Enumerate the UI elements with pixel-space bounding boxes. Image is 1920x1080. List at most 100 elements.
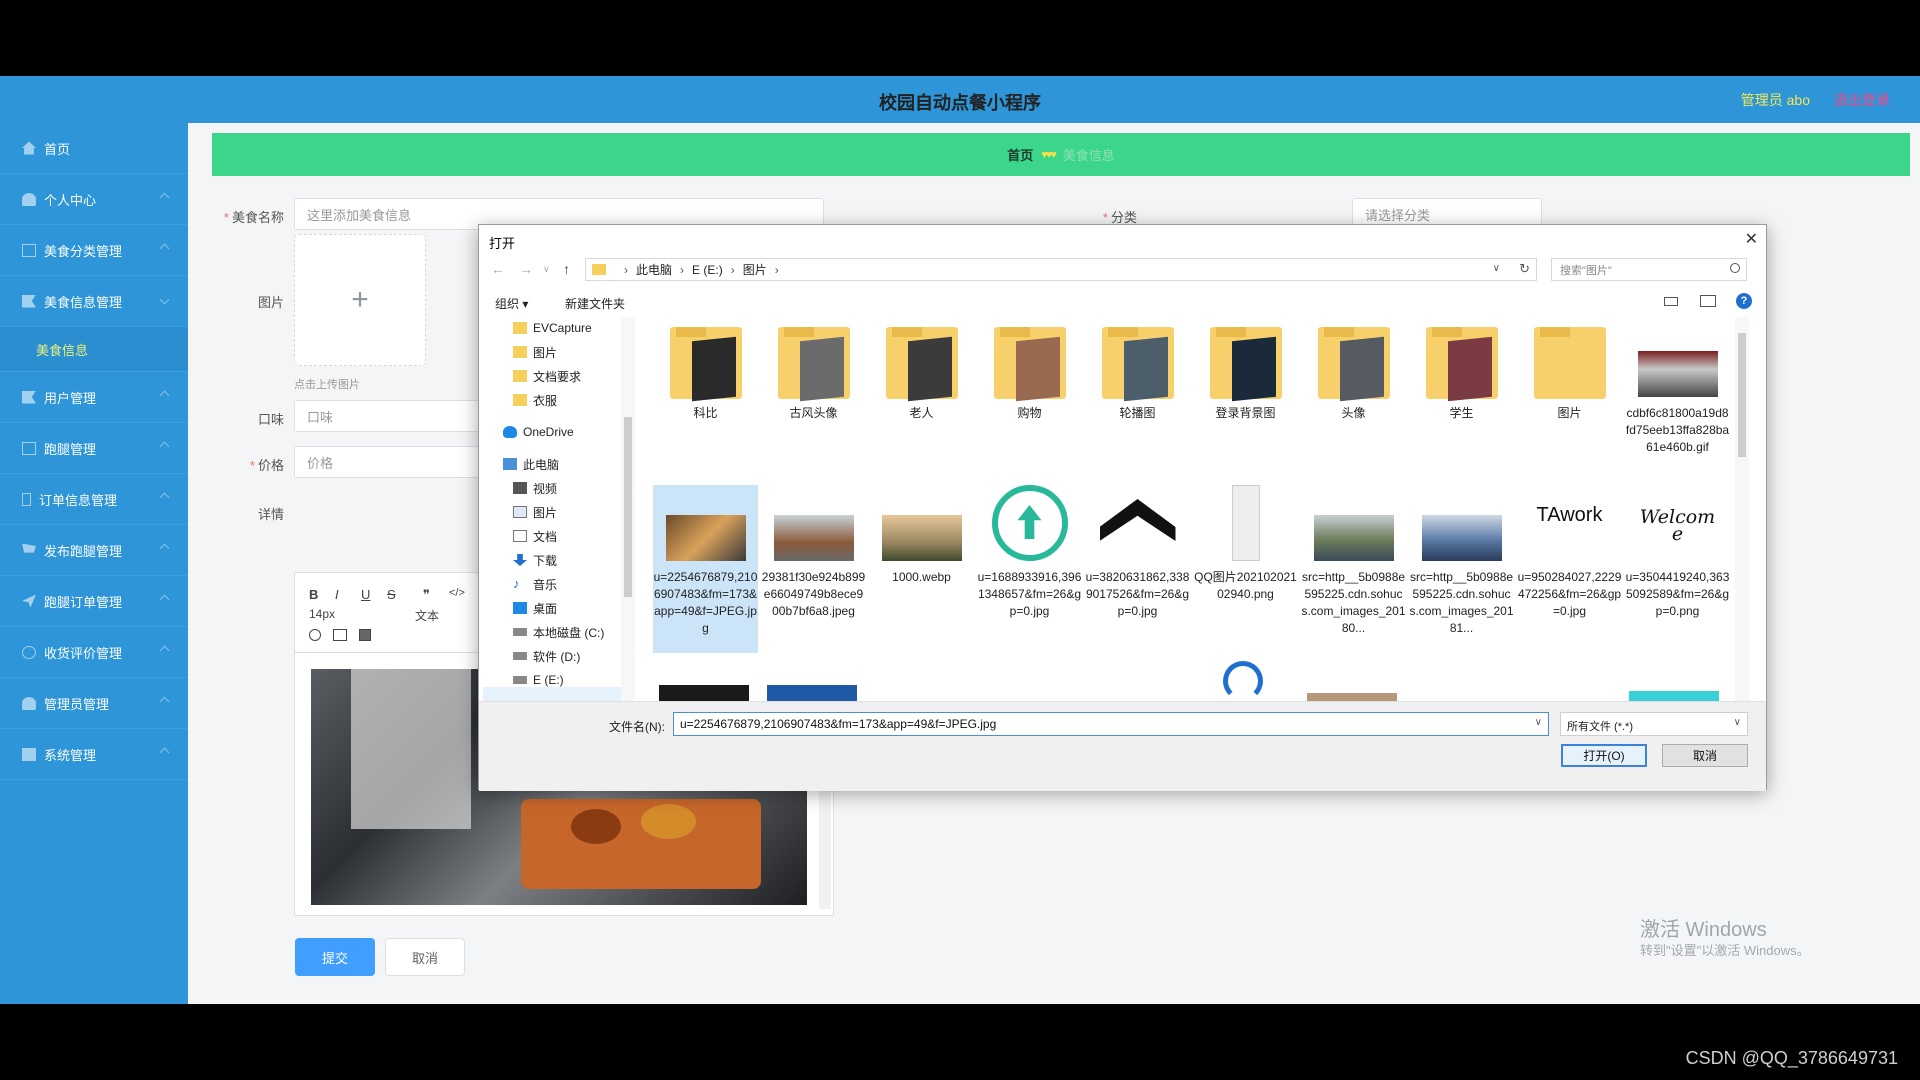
sidebar-item-food-info[interactable]: 美食信息管理 [0, 276, 188, 327]
sidebar-item-admins[interactable]: 管理员管理 [0, 678, 188, 729]
path-segment[interactable]: 图片 [743, 261, 767, 278]
tree-item[interactable]: 文档要求 [513, 365, 581, 387]
price-input[interactable]: 价格 [294, 446, 494, 478]
sidebar-item-label: 管理员管理 [44, 696, 110, 712]
sidebar-item-reviews[interactable]: 收货评价管理 [0, 627, 188, 678]
filetype-select[interactable]: 所有文件 (*.*) ∨ [1560, 712, 1748, 736]
sidebar-item-errand-orders[interactable]: 跑腿订单管理 [0, 576, 188, 627]
search-input[interactable]: 搜索"图片" [1551, 258, 1747, 281]
close-icon[interactable]: ✕ [1745, 229, 1758, 249]
home-icon [22, 141, 36, 155]
cancel-button[interactable]: 取消 [385, 938, 465, 976]
strike-button[interactable]: S [387, 587, 396, 602]
taste-input[interactable]: 口味 [294, 400, 494, 432]
tree-scrollbar[interactable] [621, 317, 635, 701]
font-size-select[interactable]: 14px [309, 607, 335, 621]
open-button[interactable]: 打开(O) [1561, 744, 1647, 767]
tree-item[interactable]: 衣服 [513, 389, 557, 411]
file-list-scrollbar[interactable] [1735, 317, 1749, 701]
scroll-thumb[interactable] [1738, 333, 1746, 457]
image-file-item[interactable]: TAwork u=950284027,2229472256&fm=26&gp=0.… [1517, 485, 1622, 620]
tree-item[interactable]: 此电脑 [503, 453, 559, 475]
new-folder-button[interactable]: 新建文件夹 [565, 295, 625, 312]
tree-item[interactable]: OneDrive [503, 421, 574, 443]
tree-item[interactable]: 文档 [513, 525, 557, 547]
organize-menu[interactable]: 组织 ▾ [495, 295, 528, 312]
sidebar-item-home[interactable]: 首页 [0, 123, 188, 174]
sidebar-subitem-food-info[interactable]: 美食信息 [0, 327, 188, 372]
tree-item[interactable]: 本地磁盘 (C:) [513, 621, 604, 643]
address-bar[interactable]: › 此电脑 › E (E:) › 图片 › ∨ ↻ [585, 258, 1537, 281]
scroll-thumb[interactable] [624, 417, 632, 597]
file-name: u=3504419240,3635092589&fm=26&gp=0.png [1625, 570, 1730, 618]
tree-item[interactable]: 图片 [513, 501, 557, 523]
image-file-item[interactable]: QQ图片20210202102940.png [1193, 485, 1298, 603]
back-arrow-icon[interactable]: ← [491, 261, 505, 277]
logout-link[interactable]: 退出登录 [1834, 90, 1890, 110]
image-file-item[interactable]: 29381f30e924b899e66049749b8ece900b7bf6a8… [761, 485, 866, 620]
image-file-item[interactable]: cdbf6c81800a19d8fd75eeb13ffa828ba61e460b… [1625, 321, 1730, 456]
sidebar-item-profile[interactable]: 个人中心 [0, 174, 188, 225]
code-button[interactable]: </> [449, 587, 465, 599]
sidebar-item-publish-errand[interactable]: 发布跑腿管理 [0, 525, 188, 576]
link-icon[interactable] [309, 629, 321, 641]
image-thumbnail [1223, 661, 1263, 701]
folder-item[interactable]: 老人 [869, 321, 974, 422]
sidebar-item-errand[interactable]: 跑腿管理 [0, 423, 188, 474]
image-thumbnail [1307, 693, 1397, 701]
path-segment[interactable]: E (E:) [692, 263, 723, 277]
tree-item[interactable]: 图片 [513, 341, 557, 363]
sidebar-item-food-category[interactable]: 美食分类管理 [0, 225, 188, 276]
forward-arrow-icon[interactable]: → [519, 261, 533, 277]
help-icon[interactable]: ? [1736, 293, 1752, 309]
refresh-icon[interactable]: ↻ [1519, 261, 1530, 277]
image-file-item-selected[interactable]: u=2254676879,2106907483&fm=173&app=49&f=… [653, 485, 758, 653]
folder-item[interactable]: 科比 [653, 321, 758, 422]
tree-item[interactable]: 桌面 [513, 597, 557, 619]
sidebar-item-label: 订单信息管理 [39, 492, 118, 508]
bold-button[interactable]: B [309, 587, 318, 602]
sidebar-item-users[interactable]: 用户管理 [0, 372, 188, 423]
recent-chevron-icon[interactable]: ∨ [543, 264, 550, 275]
folder-item[interactable]: 购物 [977, 321, 1082, 422]
chevron-right-icon: › [624, 262, 628, 277]
tree-item[interactable]: 视频 [513, 477, 557, 499]
dialog-cancel-button[interactable]: 取消 [1662, 744, 1748, 767]
folder-item[interactable]: 古风头像 [761, 321, 866, 422]
sidebar-item-orders[interactable]: 订单信息管理 [0, 474, 188, 525]
folder-item[interactable]: 学生 [1409, 321, 1514, 422]
view-options-icon[interactable] [1664, 297, 1678, 306]
tree-item[interactable]: 下载 [513, 549, 557, 571]
quote-button[interactable]: ❞ [423, 587, 430, 603]
clock-icon [22, 645, 36, 659]
tree-item-selected[interactable]: E (E:) [513, 669, 564, 691]
up-arrow-icon[interactable]: ↑ [563, 261, 570, 277]
folder-item[interactable]: 轮播图 [1085, 321, 1190, 422]
image-file-item[interactable]: src=http__5b0988e595225.cdn.sohucs.com_i… [1301, 485, 1406, 637]
image-icon[interactable] [333, 629, 347, 641]
underline-button[interactable]: U [361, 587, 370, 602]
video-icon[interactable] [359, 629, 371, 641]
chevron-down-icon[interactable]: ∨ [1493, 263, 1500, 274]
image-file-item[interactable]: Welcome u=3504419240,3635092589&fm=26&gp=… [1625, 485, 1730, 620]
submit-button[interactable]: 提交 [295, 938, 375, 976]
path-segment[interactable]: 此电脑 [636, 261, 672, 278]
tree-item[interactable]: EVCapture [513, 317, 592, 339]
folder-item[interactable]: 图片 [1517, 321, 1622, 422]
text-style-select[interactable]: 文本 [415, 607, 439, 624]
image-file-item[interactable]: 1000.webp [869, 485, 974, 586]
preview-pane-icon[interactable] [1700, 295, 1716, 307]
filename-input[interactable]: u=2254676879,2106907483&fm=173&app=49&f=… [673, 712, 1549, 736]
image-file-item[interactable]: src=http__5b0988e595225.cdn.sohucs.com_i… [1409, 485, 1514, 637]
folder-item[interactable]: 头像 [1301, 321, 1406, 422]
image-upload-button[interactable]: + [294, 234, 426, 366]
tree-item[interactable]: 软件 (D:) [513, 645, 580, 667]
italic-button[interactable]: I [335, 587, 339, 602]
image-file-item[interactable]: u=3820631862,3389017526&fm=26&gp=0.jpg [1085, 485, 1190, 620]
breadcrumb-home[interactable]: 首页 [1007, 145, 1033, 164]
folder-item[interactable]: 登录背景图 [1193, 321, 1298, 422]
image-file-item[interactable]: u=1688933916,3961348657&fm=26&gp=0.jpg [977, 485, 1082, 620]
sidebar-item-system[interactable]: 系统管理 [0, 729, 188, 780]
tree-item[interactable]: ♪ 音乐 [513, 573, 557, 595]
chevron-down-icon[interactable]: ∨ [1535, 717, 1542, 728]
